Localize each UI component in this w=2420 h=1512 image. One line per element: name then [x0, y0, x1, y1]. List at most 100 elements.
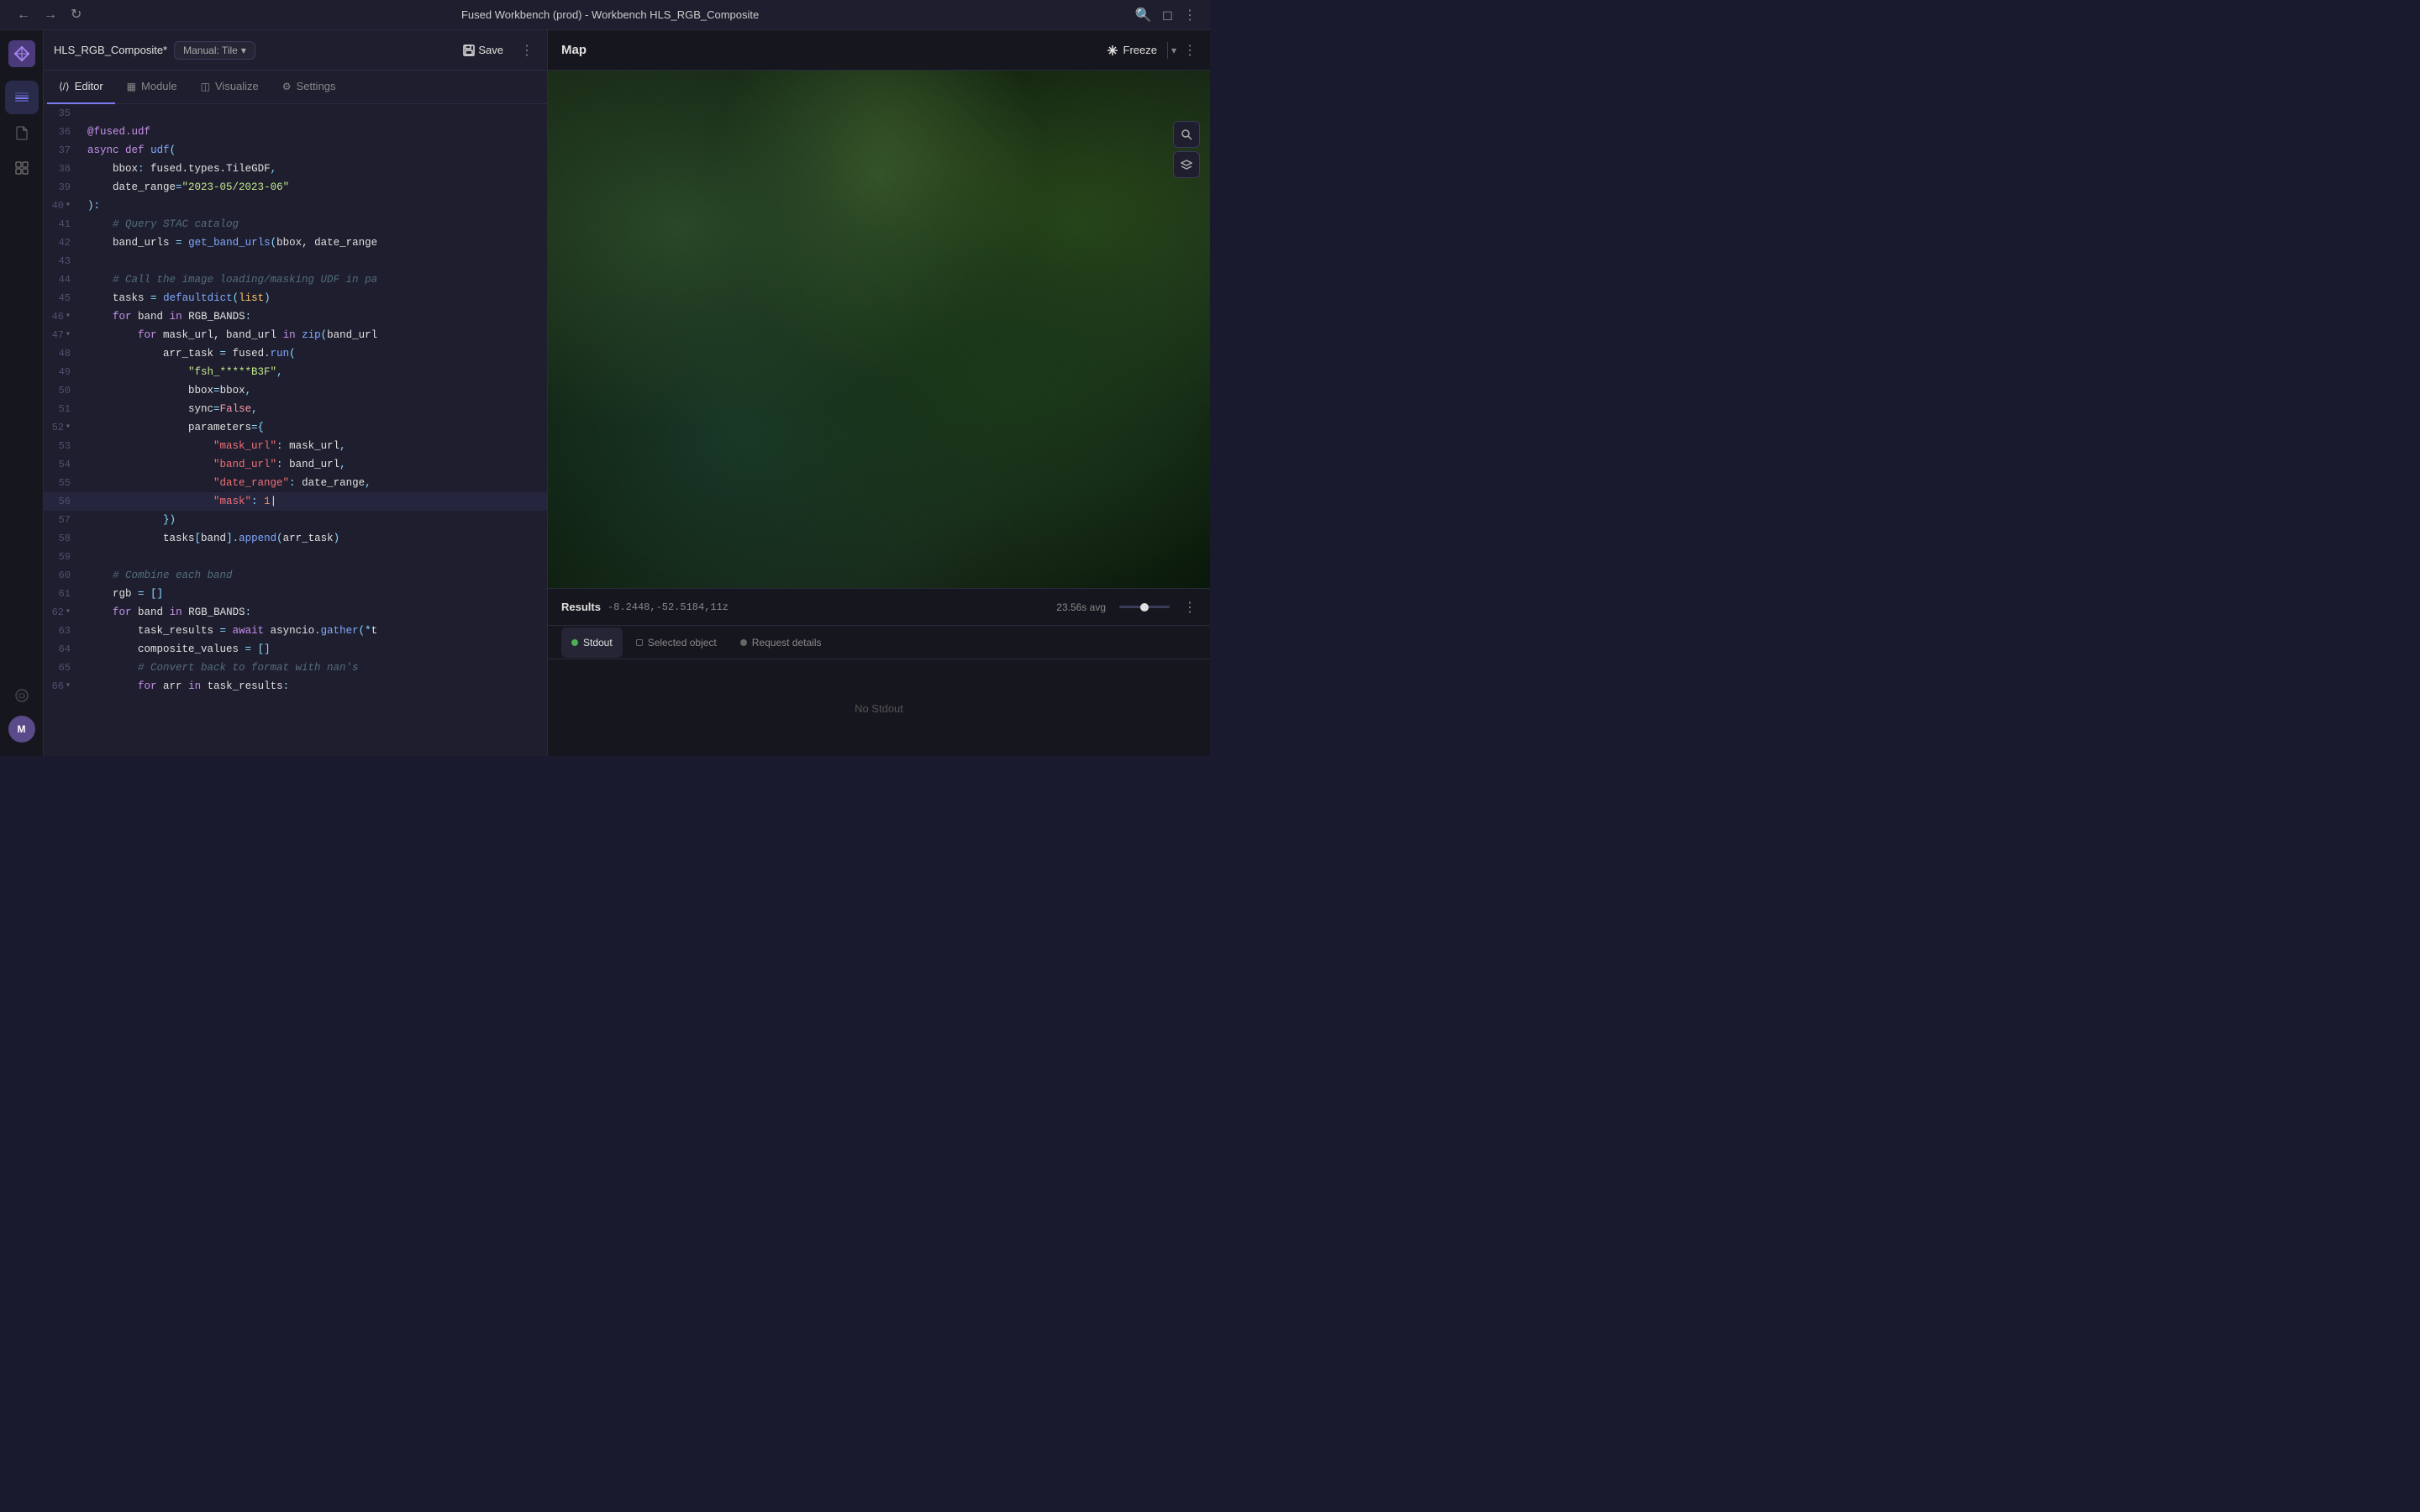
tab-editor[interactable]: ⟨/⟩ Editor	[47, 71, 115, 104]
results-slider[interactable]	[1119, 606, 1170, 608]
results-tab-request-details[interactable]: Request details	[730, 627, 832, 658]
line-num-52: 52 ▾	[44, 418, 84, 437]
line-content-55: "date_range": date_range,	[84, 474, 547, 492]
code-line-59: 59	[44, 548, 547, 566]
line-num-58: 58	[44, 529, 84, 548]
line-num-51: 51	[44, 400, 84, 418]
selected-object-tab-indicator	[636, 639, 643, 646]
code-line-50: 50 bbox=bbox,	[44, 381, 547, 400]
line-num-37: 37	[44, 141, 84, 160]
line-num-60: 60	[44, 566, 84, 585]
line-num-42: 42	[44, 234, 84, 252]
results-panel: Results -8.2448,-52.5184,11z 23.56s avg …	[548, 588, 1210, 756]
freeze-divider	[1167, 42, 1168, 59]
line-content-37: async def udf(	[84, 141, 547, 160]
forward-button[interactable]: →	[40, 5, 60, 25]
line-num-44: 44	[44, 270, 84, 289]
extensions-button[interactable]: ◻	[1162, 7, 1173, 24]
sidebar-item-discord[interactable]	[5, 679, 39, 712]
code-line-44: 44 # Call the image loading/masking UDF …	[44, 270, 547, 289]
line-num-36: 36	[44, 123, 84, 141]
code-line-46: 46 ▾ for band in RGB_BANDS:	[44, 307, 547, 326]
line-num-61: 61	[44, 585, 84, 603]
titlebar-nav: ← → ↻	[13, 5, 85, 25]
editor-panel: HLS_RGB_Composite* Manual: Tile ▾ Save ⋮…	[44, 30, 548, 756]
tab-editor-label: Editor	[75, 80, 103, 92]
line-content-62: for band in RGB_BANDS:	[84, 603, 547, 622]
save-button[interactable]: Save	[456, 40, 510, 60]
code-line-41: 41 # Query STAC catalog	[44, 215, 547, 234]
code-lines[interactable]: 35 36 @fused.udf 37 async def udf( 38 bb…	[44, 104, 547, 756]
sidebar-item-files[interactable]	[5, 116, 39, 150]
freeze-chevron-icon[interactable]: ▾	[1171, 45, 1176, 56]
code-line-53: 53 "mask_url": mask_url,	[44, 437, 547, 455]
results-coords: -8.2448,-52.5184,11z	[608, 601, 729, 613]
sidebar-item-share[interactable]	[5, 151, 39, 185]
main-layout: M HLS_RGB_Composite* Manual: Tile ▾ Save…	[0, 30, 1210, 756]
results-header: Results -8.2448,-52.5184,11z 23.56s avg …	[548, 589, 1210, 626]
code-editor[interactable]: 35 36 @fused.udf 37 async def udf( 38 bb…	[44, 104, 547, 756]
results-tab-selected-object[interactable]: Selected object	[626, 627, 727, 658]
stdout-tab-indicator	[571, 639, 578, 646]
map-panel: Map Freeze ▾ ⋮	[548, 30, 1210, 756]
freeze-button[interactable]: Freeze	[1100, 40, 1164, 60]
zoom-button[interactable]: 🔍	[1135, 7, 1152, 24]
line-num-47: 47 ▾	[44, 326, 84, 344]
line-num-65: 65	[44, 659, 84, 677]
line-num-45: 45	[44, 289, 84, 307]
code-line-57: 57 })	[44, 511, 547, 529]
map-layers-button[interactable]	[1173, 151, 1200, 178]
tab-module[interactable]: ▦ Module	[115, 71, 189, 104]
editor-tab-icon: ⟨/⟩	[59, 81, 70, 92]
line-num-55: 55	[44, 474, 84, 492]
line-content-41: # Query STAC catalog	[84, 215, 547, 234]
user-avatar[interactable]: M	[8, 716, 35, 743]
sidebar-icons: M	[0, 30, 44, 756]
settings-tab-icon: ⚙	[282, 81, 292, 92]
manual-tile-badge[interactable]: Manual: Tile ▾	[174, 41, 255, 60]
line-num-63: 63	[44, 622, 84, 640]
results-more-button[interactable]: ⋮	[1183, 599, 1197, 616]
code-line-45: 45 tasks = defaultdict(list)	[44, 289, 547, 307]
selected-object-tab-label: Selected object	[648, 637, 717, 648]
line-content-42: band_urls = get_band_urls(bbox, date_ran…	[84, 234, 547, 252]
code-line-52: 52 ▾ parameters={	[44, 418, 547, 437]
line-content-38: bbox: fused.types.TileGDF,	[84, 160, 547, 178]
line-num-53: 53	[44, 437, 84, 455]
line-content-44: # Call the image loading/masking UDF in …	[84, 270, 547, 289]
tab-visualize[interactable]: ◫ Visualize	[189, 71, 271, 104]
line-content-52: parameters={	[84, 418, 547, 437]
line-num-66: 66 ▾	[44, 677, 84, 696]
line-num-40: 40 ▾	[44, 197, 84, 215]
refresh-button[interactable]: ↻	[67, 5, 85, 25]
back-button[interactable]: ←	[13, 5, 34, 25]
chevron-down-icon: ▾	[241, 45, 246, 56]
line-num-41: 41	[44, 215, 84, 234]
line-content-49: "fsh_*****B3F",	[84, 363, 547, 381]
map-search-button[interactable]	[1173, 121, 1200, 148]
results-tab-stdout[interactable]: Stdout	[561, 627, 623, 658]
results-title: Results	[561, 601, 601, 613]
code-line-51: 51 sync=False,	[44, 400, 547, 418]
request-details-tab-label: Request details	[752, 637, 822, 648]
line-content-48: arr_task = fused.run(	[84, 344, 547, 363]
line-num-62: 62 ▾	[44, 603, 84, 622]
editor-more-button[interactable]: ⋮	[517, 39, 537, 62]
map-more-button[interactable]: ⋮	[1183, 42, 1197, 59]
titlebar-actions: 🔍 ◻ ⋮	[1135, 7, 1197, 24]
tab-settings[interactable]: ⚙ Settings	[271, 71, 348, 104]
code-line-42: 42 band_urls = get_band_urls(bbox, date_…	[44, 234, 547, 252]
line-content-50: bbox=bbox,	[84, 381, 547, 400]
logo[interactable]	[5, 37, 39, 71]
line-content-57: })	[84, 511, 547, 529]
sidebar-item-layers[interactable]	[5, 81, 39, 114]
line-content-58: tasks[band].append(arr_task)	[84, 529, 547, 548]
line-content-63: task_results = await asyncio.gather(*t	[84, 622, 547, 640]
line-content-36: @fused.udf	[84, 123, 547, 141]
menu-button[interactable]: ⋮	[1183, 7, 1197, 24]
request-details-tab-indicator	[740, 639, 747, 646]
line-num-57: 57	[44, 511, 84, 529]
map-canvas[interactable]	[548, 71, 1210, 588]
stdout-tab-label: Stdout	[583, 637, 613, 648]
line-content-51: sync=False,	[84, 400, 547, 418]
